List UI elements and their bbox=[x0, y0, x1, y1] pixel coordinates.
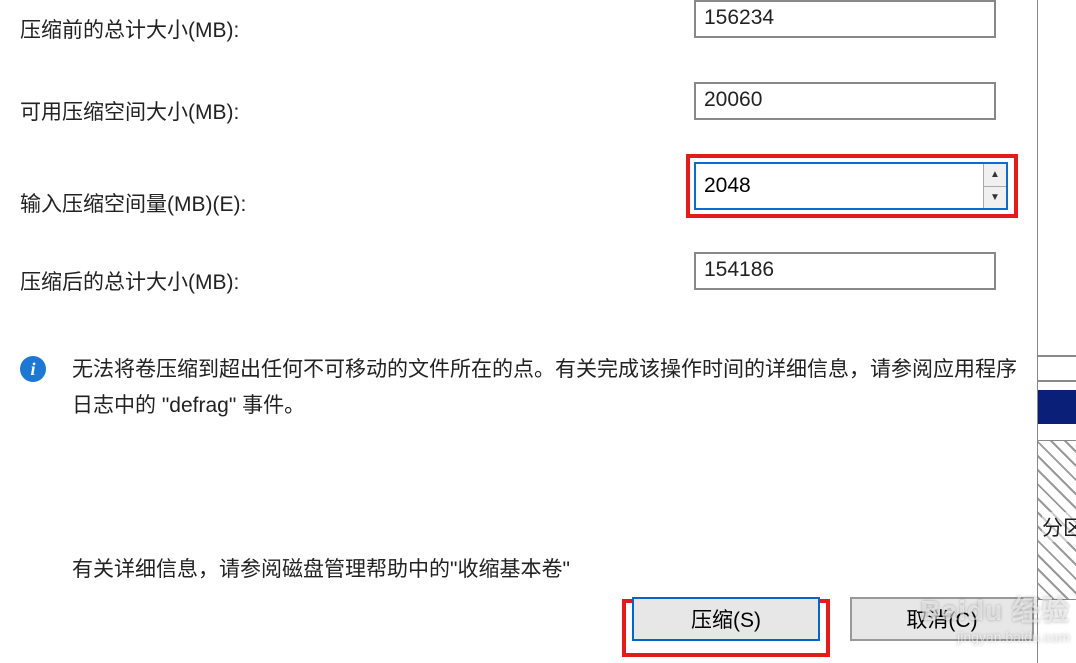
value-total-after: 154186 bbox=[694, 252, 996, 290]
side-panel: 分区 bbox=[1038, 0, 1076, 663]
value-total-before: 156234 bbox=[694, 0, 996, 38]
input-amount-field[interactable] bbox=[696, 164, 983, 208]
side-divider bbox=[1038, 355, 1076, 357]
side-divider bbox=[1038, 380, 1076, 382]
info-text: 无法将卷压缩到超出任何不可移动的文件所在的点。有关完成该操作时间的详细信息，请参… bbox=[72, 352, 1017, 423]
value-available: 20060 bbox=[694, 82, 996, 120]
shrink-button[interactable]: 压缩(S) bbox=[632, 597, 820, 641]
label-input-amount: 输入压缩空间量(MB)(E): bbox=[20, 188, 680, 218]
row-total-before: 压缩前的总计大小(MB): 156234 bbox=[0, 0, 1037, 58]
info-row: i 无法将卷压缩到超出任何不可移动的文件所在的点。有关完成该操作时间的详细信息，… bbox=[0, 352, 1037, 423]
side-partition-label: 分区 bbox=[1042, 512, 1076, 542]
cancel-button[interactable]: 取消(C) bbox=[850, 597, 1034, 641]
button-row: 压缩(S) 取消(C) bbox=[0, 597, 1037, 657]
info-icon: i bbox=[20, 356, 46, 382]
spinner-buttons: ▲ ▼ bbox=[983, 164, 1006, 208]
label-total-before: 压缩前的总计大小(MB): bbox=[20, 14, 680, 44]
shrink-volume-dialog: 压缩前的总计大小(MB): 156234 可用压缩空间大小(MB): 20060… bbox=[0, 0, 1038, 663]
label-total-after: 压缩后的总计大小(MB): bbox=[20, 266, 680, 296]
side-blue-bar bbox=[1038, 390, 1076, 424]
label-available: 可用压缩空间大小(MB): bbox=[20, 96, 680, 126]
spinner-up-button[interactable]: ▲ bbox=[984, 164, 1006, 187]
spinner-down-button[interactable]: ▼ bbox=[984, 187, 1006, 209]
row-input-amount: 输入压缩空间量(MB)(E): ▲ ▼ bbox=[0, 162, 1037, 234]
row-available: 可用压缩空间大小(MB): 20060 bbox=[0, 82, 1037, 140]
help-text: 有关详细信息，请参阅磁盘管理帮助中的"收缩基本卷" bbox=[0, 553, 1037, 583]
row-total-after: 压缩后的总计大小(MB): 154186 bbox=[0, 252, 1037, 310]
input-amount-spinner[interactable]: ▲ ▼ bbox=[694, 162, 1008, 210]
